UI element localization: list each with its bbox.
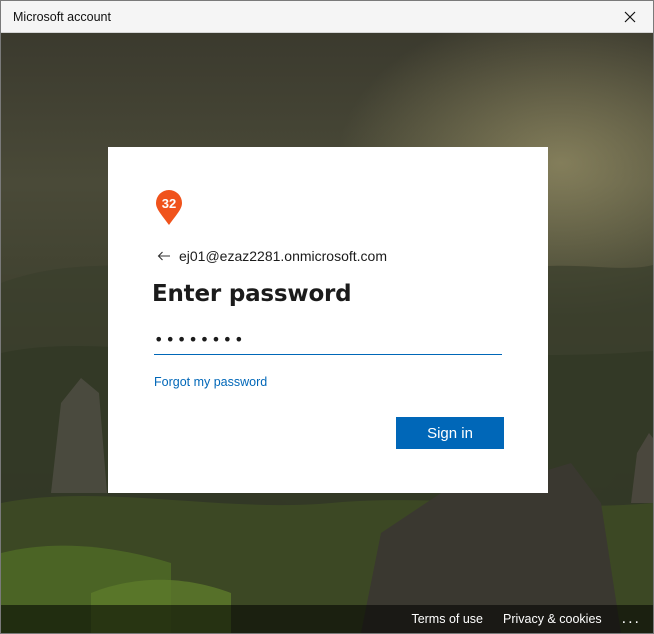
sign-in-card: 32 ej01@ezaz2281.onmicrosoft.com Enter p… [108, 147, 548, 493]
footer-bar: Terms of use Privacy & cookies ... [1, 605, 653, 633]
back-button[interactable] [155, 247, 173, 265]
terms-of-use-link[interactable]: Terms of use [411, 612, 483, 626]
password-field[interactable] [154, 325, 502, 355]
sign-in-button[interactable]: Sign in [396, 417, 504, 449]
window-title: Microsoft account [13, 10, 111, 24]
close-button[interactable] [607, 1, 653, 32]
close-icon [624, 11, 636, 22]
logo-badge-text: 32 [162, 196, 176, 211]
account-row: ej01@ezaz2281.onmicrosoft.com [155, 247, 387, 265]
footer-links: Terms of use Privacy & cookies ... [391, 611, 641, 627]
back-arrow-icon [157, 251, 170, 261]
privacy-cookies-link[interactable]: Privacy & cookies [503, 612, 602, 626]
forgot-password-link[interactable]: Forgot my password [154, 375, 267, 389]
page-title: Enter password [152, 281, 352, 307]
account-email: ej01@ezaz2281.onmicrosoft.com [179, 248, 387, 264]
title-bar: Microsoft account [1, 1, 653, 33]
microsoft-account-window: Microsoft account 32 ej01@ezaz2281.onmic… [0, 0, 654, 634]
app-logo: 32 [156, 190, 182, 225]
more-options-button[interactable]: ... [622, 611, 641, 627]
